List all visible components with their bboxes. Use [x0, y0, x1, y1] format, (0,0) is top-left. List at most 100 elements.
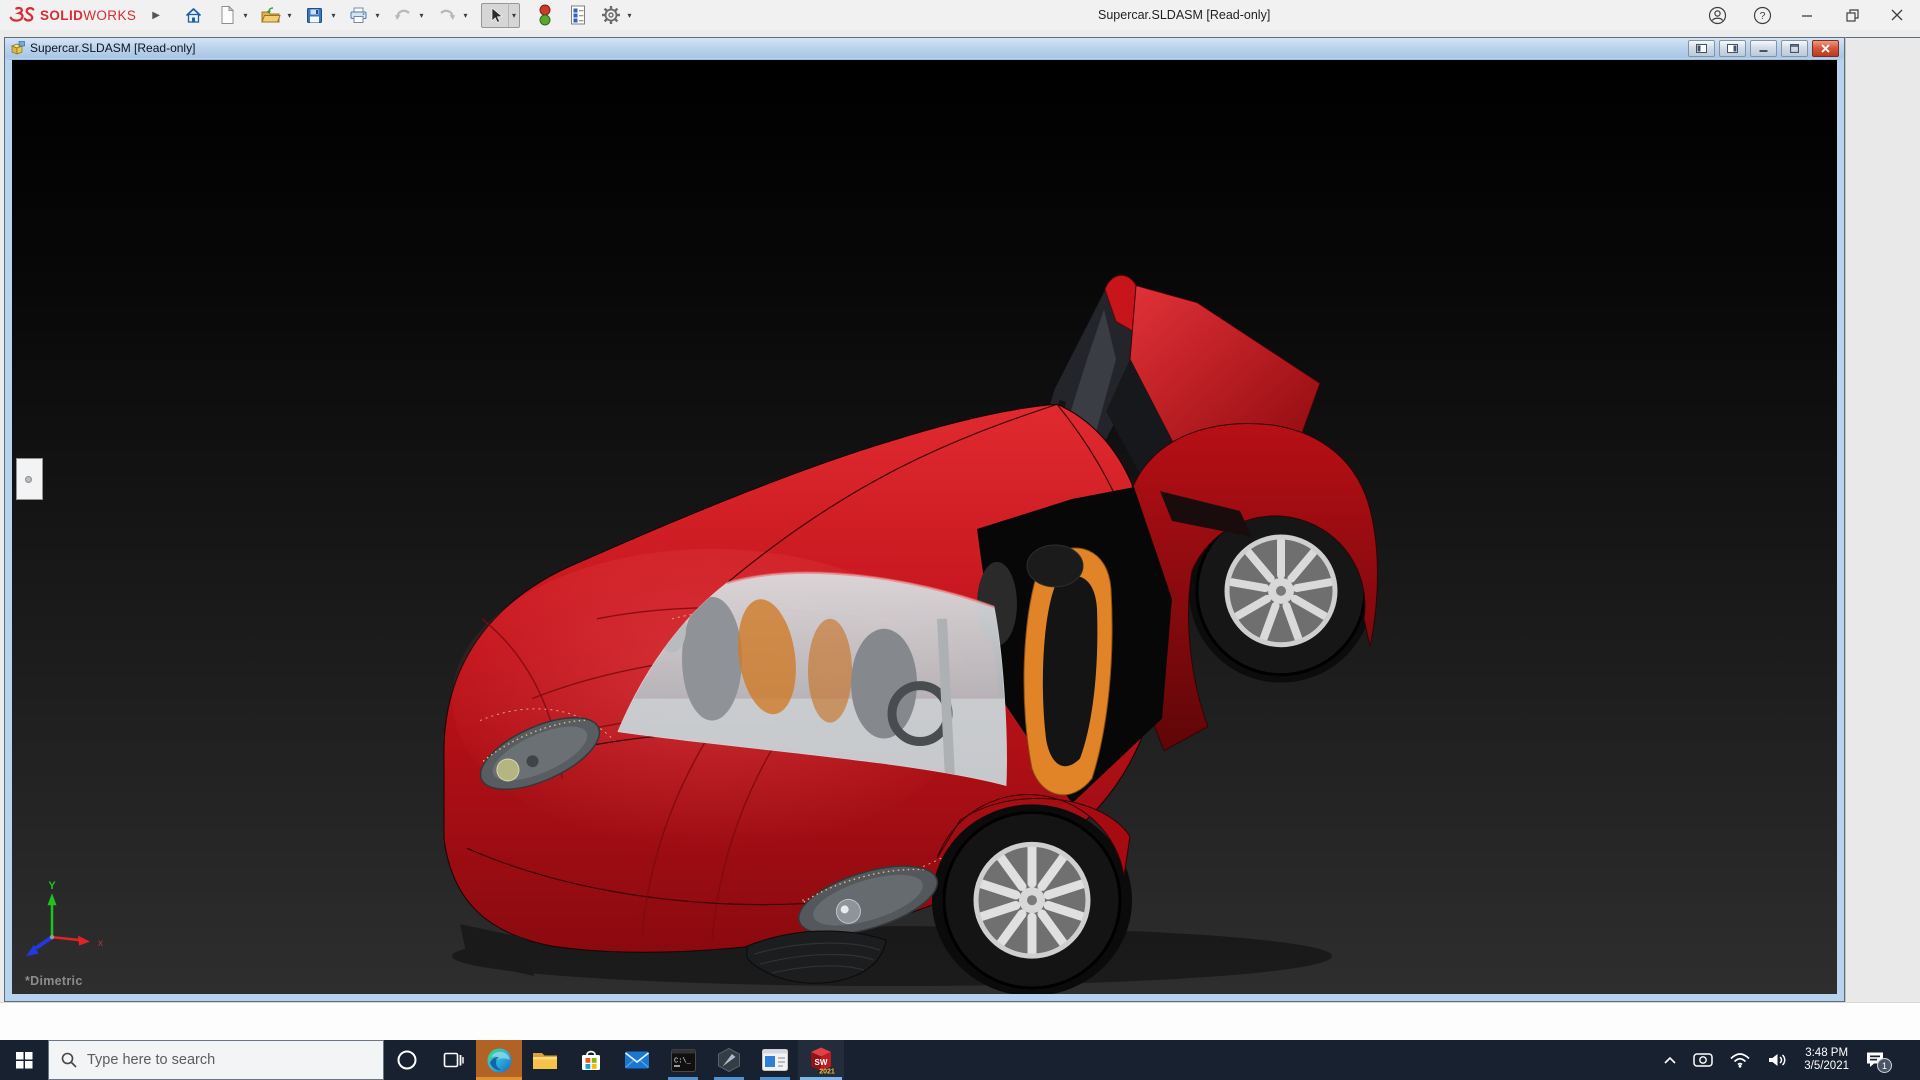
media-app-window-icon [762, 1049, 788, 1071]
clock-date: 3/5/2021 [1804, 1060, 1849, 1072]
brand-text: SOLIDWORKS [40, 7, 137, 23]
pane-right-icon [1727, 43, 1738, 53]
volume-button[interactable] [1767, 1052, 1788, 1068]
rebuild-button[interactable] [532, 3, 558, 27]
taskbar-file-explorer[interactable] [522, 1040, 568, 1080]
meet-now-button[interactable] [1693, 1052, 1713, 1068]
tray-chevron-button[interactable] [1663, 1056, 1677, 1065]
print-icon [350, 7, 367, 23]
status-bar [0, 1002, 1920, 1040]
close-button[interactable] [1886, 2, 1908, 28]
featuremanager-collapsed-tab[interactable] [16, 458, 43, 500]
orientation-triad: Y x [26, 880, 103, 957]
chevron-up-icon [1664, 1056, 1676, 1064]
taskbar-edge[interactable] [476, 1040, 522, 1080]
undo-dropdown[interactable]: ▾ [416, 3, 427, 27]
solidworks-logo: SOLIDWORKS [8, 5, 136, 25]
taskbar-model-viewer[interactable] [706, 1040, 752, 1080]
command-prompt-icon: C:\_ [670, 1048, 696, 1072]
file-properties-icon [570, 5, 585, 25]
volume-icon [1769, 1054, 1786, 1066]
restore-button[interactable] [1841, 2, 1863, 28]
document-minimize-button[interactable] [1750, 39, 1777, 57]
wifi-icon [1730, 1053, 1750, 1068]
document-titlebar[interactable]: Supercar.SLDASM [Read-only] [5, 38, 1844, 58]
command-prompt-text: C:\_ [674, 1057, 692, 1065]
account-icon [1708, 6, 1726, 24]
undo-button[interactable] [390, 3, 416, 27]
taskbar-mail[interactable] [614, 1040, 660, 1080]
document-close-icon [1821, 43, 1830, 53]
view-orientation-label: *Dimetric [25, 974, 83, 988]
save-button[interactable] [302, 3, 328, 27]
graphics-viewport[interactable]: Y x *Dimetric [12, 60, 1837, 994]
save-icon [307, 7, 323, 23]
taskbar-search[interactable] [48, 1040, 384, 1080]
mail-icon [624, 1051, 650, 1069]
wifi-button[interactable] [1729, 1052, 1751, 1068]
account-button[interactable] [1706, 2, 1728, 28]
document-window: Supercar.SLDASM [Read-only] Y x *Dimetri… [4, 37, 1845, 1002]
open-button[interactable] [258, 3, 284, 27]
file-properties-button[interactable] [565, 3, 591, 27]
search-icon [61, 1052, 77, 1068]
new-document-button[interactable] [214, 3, 240, 27]
document-close-button[interactable] [1812, 39, 1839, 57]
start-button[interactable] [0, 1040, 48, 1080]
notification-badge: 1 [1877, 1058, 1892, 1073]
model-viewer-hexagon-icon [718, 1047, 740, 1073]
meet-now-icon [1693, 1053, 1713, 1067]
task-pane-strip[interactable] [1845, 37, 1920, 1002]
viewport-frame: Y x *Dimetric [5, 59, 1844, 1001]
home-button[interactable] [181, 3, 207, 27]
main-titlebar: SOLIDWORKS ▶ ▾ ▾ ▾ ▾ ▾ ▾ ▾ ▾ Supercar.SL… [0, 0, 1920, 30]
restore-icon [1845, 8, 1859, 22]
redo-button[interactable] [434, 3, 460, 27]
taskbar-clock[interactable]: 3:48 PM 3/5/2021 [1804, 1047, 1849, 1073]
solidworks-app: SOLIDWORKS ▶ ▾ ▾ ▾ ▾ ▾ ▾ ▾ ▾ Supercar.SL… [0, 0, 1920, 1080]
sw-icon-year: 2021 [819, 1069, 835, 1076]
open-dropdown[interactable]: ▾ [284, 3, 295, 27]
taskbar-media-app[interactable] [752, 1040, 798, 1080]
select-cursor-icon [482, 3, 508, 27]
save-dropdown[interactable]: ▾ [328, 3, 339, 27]
cortana-button[interactable] [384, 1040, 430, 1080]
menu-strip [0, 30, 1920, 37]
task-view-icon [443, 1052, 464, 1068]
help-icon: ? [1753, 6, 1771, 24]
action-center-button[interactable]: 1 [1865, 1051, 1892, 1073]
search-input[interactable] [87, 1052, 347, 1068]
new-document-icon [221, 5, 235, 24]
document-restore-icon [1790, 43, 1799, 53]
redo-dropdown[interactable]: ▾ [460, 3, 471, 27]
sw-icon-letters: SW [815, 1058, 828, 1067]
print-button[interactable] [346, 3, 372, 27]
new-document-dropdown[interactable]: ▾ [240, 3, 251, 27]
minimize-icon [1802, 15, 1812, 17]
display-pane-left-button[interactable] [1688, 39, 1715, 57]
select-tool-button[interactable]: ▾ [480, 2, 520, 28]
window-title: Supercar.SLDASM [Read-only] [1098, 8, 1271, 22]
ds-logo-icon [9, 6, 35, 22]
select-tool-dropdown[interactable]: ▾ [507, 3, 519, 27]
minimize-button[interactable] [1796, 2, 1818, 28]
clock-time: 3:48 PM [1805, 1047, 1849, 1059]
taskbar-store[interactable] [568, 1040, 614, 1080]
supercar-model[interactable]: Y x [12, 60, 1837, 994]
home-icon [186, 7, 202, 23]
triad-y-label: Y [48, 880, 56, 892]
svg-text:?: ? [1759, 10, 1765, 22]
options-button[interactable] [598, 3, 624, 27]
menu-expand-arrow[interactable]: ▶ [152, 10, 160, 21]
display-pane-right-button[interactable] [1719, 39, 1746, 57]
cortana-icon [397, 1050, 417, 1070]
print-dropdown[interactable]: ▾ [372, 3, 383, 27]
taskbar-solidworks[interactable]: SW 2021 [798, 1040, 844, 1080]
file-explorer-icon [533, 1052, 557, 1069]
document-restore-button[interactable] [1781, 39, 1808, 57]
taskbar-command-prompt[interactable]: C:\_ [660, 1040, 706, 1080]
task-view-button[interactable] [430, 1040, 476, 1080]
help-button[interactable]: ? [1751, 2, 1773, 28]
options-dropdown[interactable]: ▾ [624, 3, 635, 27]
document-title: Supercar.SLDASM [Read-only] [30, 41, 196, 55]
